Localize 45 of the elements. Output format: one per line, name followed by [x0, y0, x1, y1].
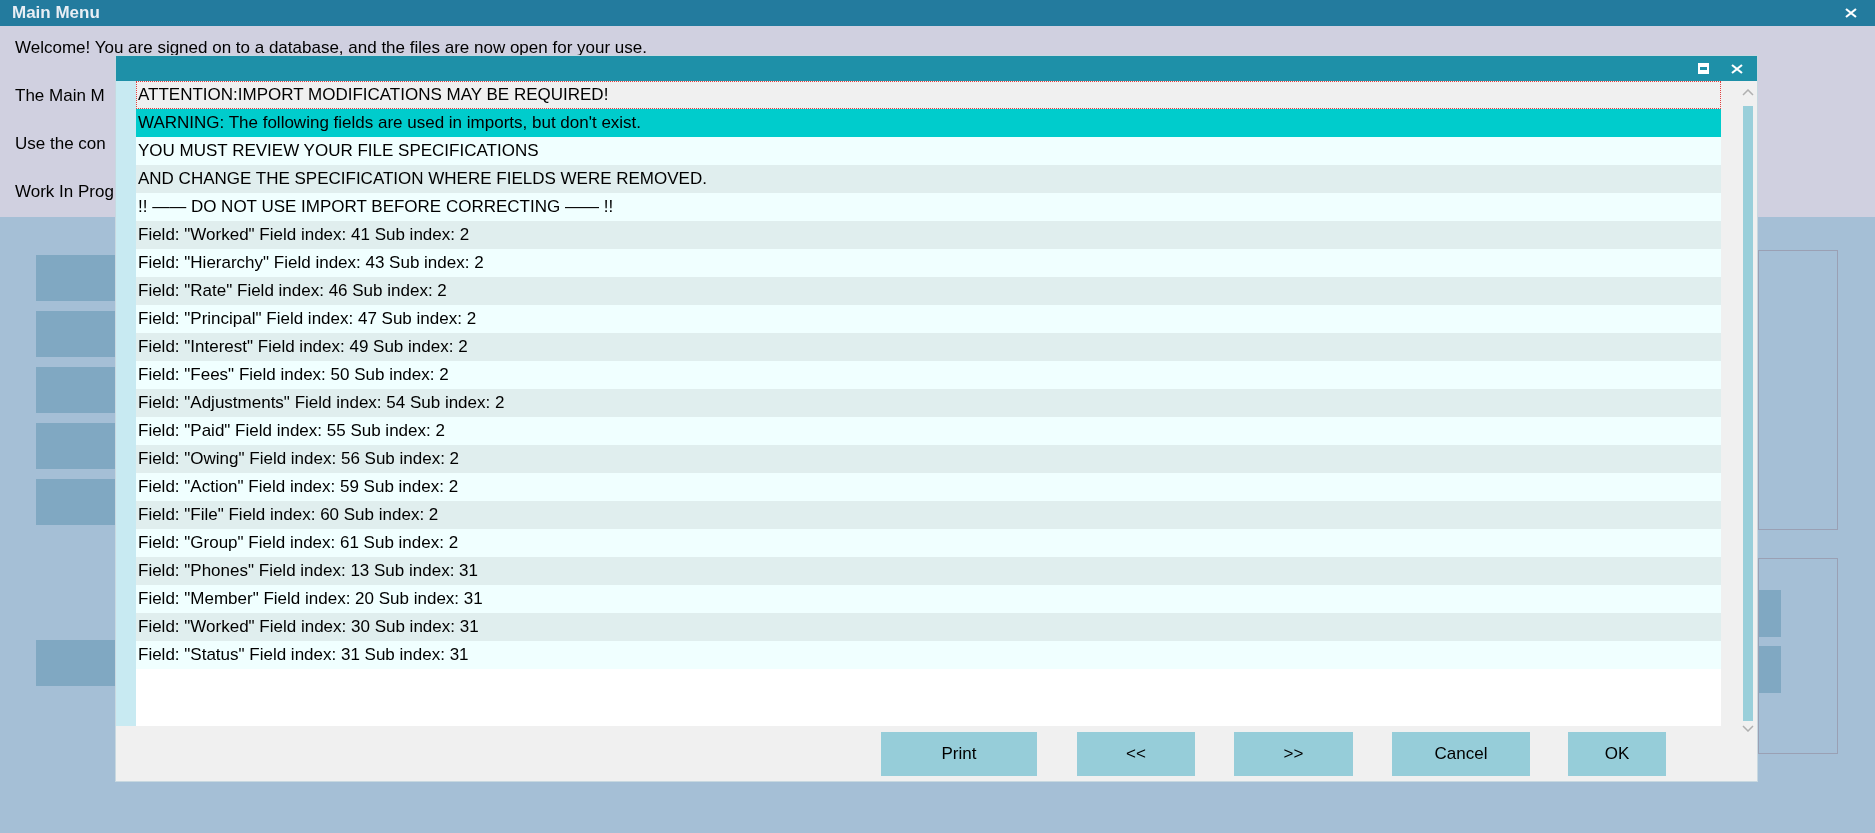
message-row[interactable]: AND CHANGE THE SPECIFICATION WHERE FIELDS WERE REMOVED. [136, 165, 1721, 193]
message-row[interactable]: Field: "Adjustments" Field index: 54 Sub index: 2 [136, 389, 1721, 417]
dialog-button[interactable]: >> [1234, 731, 1353, 776]
menu-tile[interactable] [1759, 646, 1781, 693]
scroll-up-icon[interactable] [1742, 89, 1754, 96]
message-row[interactable]: Field: "Rate" Field index: 46 Sub index: 2 [136, 277, 1721, 305]
dialog-button[interactable]: OK [1568, 731, 1666, 776]
message-row[interactable]: Field: "Status" Field index: 31 Sub index: 31 [136, 641, 1721, 669]
window-title: Main Menu [12, 2, 100, 25]
close-icon[interactable] [1845, 8, 1857, 18]
message-row[interactable]: Field: "Action" Field index: 59 Sub index: 2 [136, 473, 1721, 501]
intro-text: Use the con [15, 134, 106, 154]
dialog-button[interactable]: Print [881, 731, 1037, 776]
message-row[interactable]: Field: "File" Field index: 60 Sub index: 2 [136, 501, 1721, 529]
menu-tile[interactable] [36, 255, 116, 301]
message-row[interactable]: !! —— DO NOT USE IMPORT BEFORE CORRECTING —— !! [136, 193, 1721, 221]
message-row[interactable]: Field: "Worked" Field index: 41 Sub index: 2 [136, 221, 1721, 249]
scrollbar-thumb[interactable] [1743, 106, 1753, 721]
message-row[interactable]: Field: "Owing" Field index: 56 Sub index: 2 [136, 445, 1721, 473]
message-row[interactable]: Field: "Hierarchy" Field index: 43 Sub index: 2 [136, 249, 1721, 277]
intro-text: Welcome! You are signed on to a database, and the files are now open for your use. [15, 38, 647, 58]
menu-tile[interactable] [1759, 590, 1781, 637]
message-row[interactable]: Field: "Worked" Field index: 30 Sub index: 31 [136, 613, 1721, 641]
message-row[interactable]: Field: "Member" Field index: 20 Sub index: 31 [136, 585, 1721, 613]
message-row[interactable]: Field: "Principal" Field index: 47 Sub index: 2 [136, 305, 1721, 333]
message-row[interactable]: Field: "Phones" Field index: 13 Sub index: 31 [136, 557, 1721, 585]
menu-tile[interactable] [36, 367, 116, 413]
intro-text: The Main M [15, 86, 105, 106]
menu-tile[interactable] [36, 640, 116, 686]
intro-text: Work In Prog [15, 182, 114, 202]
message-row[interactable]: Field: "Paid" Field index: 55 Sub index: 2 [136, 417, 1721, 445]
dialog-button[interactable]: Cancel [1392, 731, 1530, 776]
dialog-button[interactable]: << [1077, 731, 1195, 776]
menu-tile[interactable] [36, 479, 116, 525]
menu-tile[interactable] [36, 423, 116, 469]
maximize-icon[interactable] [1698, 63, 1709, 74]
message-row[interactable]: Field: "Interest" Field index: 49 Sub index: 2 [136, 333, 1721, 361]
scroll-down-icon[interactable] [1742, 725, 1754, 732]
menu-tile[interactable] [36, 311, 116, 357]
message-row[interactable]: Field: "Fees" Field index: 50 Sub index: 2 [136, 361, 1721, 389]
message-row[interactable]: ATTENTION:IMPORT MODIFICATIONS MAY BE REQUIRED! [136, 81, 1721, 109]
close-icon[interactable] [1731, 63, 1743, 74]
message-row[interactable]: WARNING: The following fields are used in imports, but don't exist. [136, 109, 1721, 137]
message-row[interactable]: YOU MUST REVIEW YOUR FILE SPECIFICATIONS [136, 137, 1721, 165]
message-row[interactable]: Field: "Group" Field index: 61 Sub index: 2 [136, 529, 1721, 557]
